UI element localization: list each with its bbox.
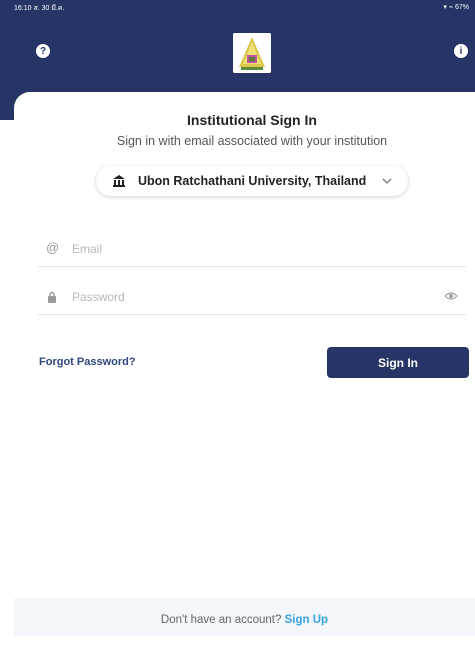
page-subtitle: Sign in with email associated with your … <box>116 134 388 148</box>
status-bar: 16:10 ส. 30 มี.ค. ▾ ⌁ 67% <box>0 0 475 14</box>
institution-select[interactable]: Ubon Ratchathani University, Thailand <box>96 166 408 196</box>
help-symbol: ? <box>39 45 47 57</box>
forgot-password-link[interactable]: Forgot Password? <box>39 356 136 368</box>
chevron-down-icon <box>382 178 392 184</box>
footer: Don't have an account? Sign Up <box>14 598 475 636</box>
institution-icon <box>113 175 125 187</box>
battery-level: 67% <box>454 4 469 11</box>
info-icon[interactable]: i <box>454 44 468 58</box>
signup-prompt: Don't have an account? Sign Up <box>14 614 475 626</box>
status-time: 16:10 ส. 30 มี.ค. <box>14 5 65 12</box>
signup-prompt-text: Don't have an account? <box>160 614 282 626</box>
sign-up-link[interactable]: Sign Up <box>285 614 328 626</box>
university-logo <box>233 33 271 73</box>
password-field <box>38 280 466 315</box>
eye-icon[interactable] <box>444 291 458 301</box>
info-symbol: i <box>459 45 463 57</box>
email-field: @ <box>38 232 466 267</box>
status-battery: ▾ ⌁ 67% <box>443 4 469 11</box>
sign-in-button[interactable]: Sign In <box>327 347 469 378</box>
institution-name: Ubon Ratchathani University, Thailand <box>138 174 367 188</box>
password-input[interactable] <box>70 284 454 310</box>
page-title: Institutional Sign In <box>187 112 317 128</box>
email-input[interactable] <box>70 236 454 262</box>
help-icon[interactable]: ? <box>36 44 50 58</box>
lock-icon <box>48 291 56 303</box>
at-icon: @ <box>46 240 60 255</box>
